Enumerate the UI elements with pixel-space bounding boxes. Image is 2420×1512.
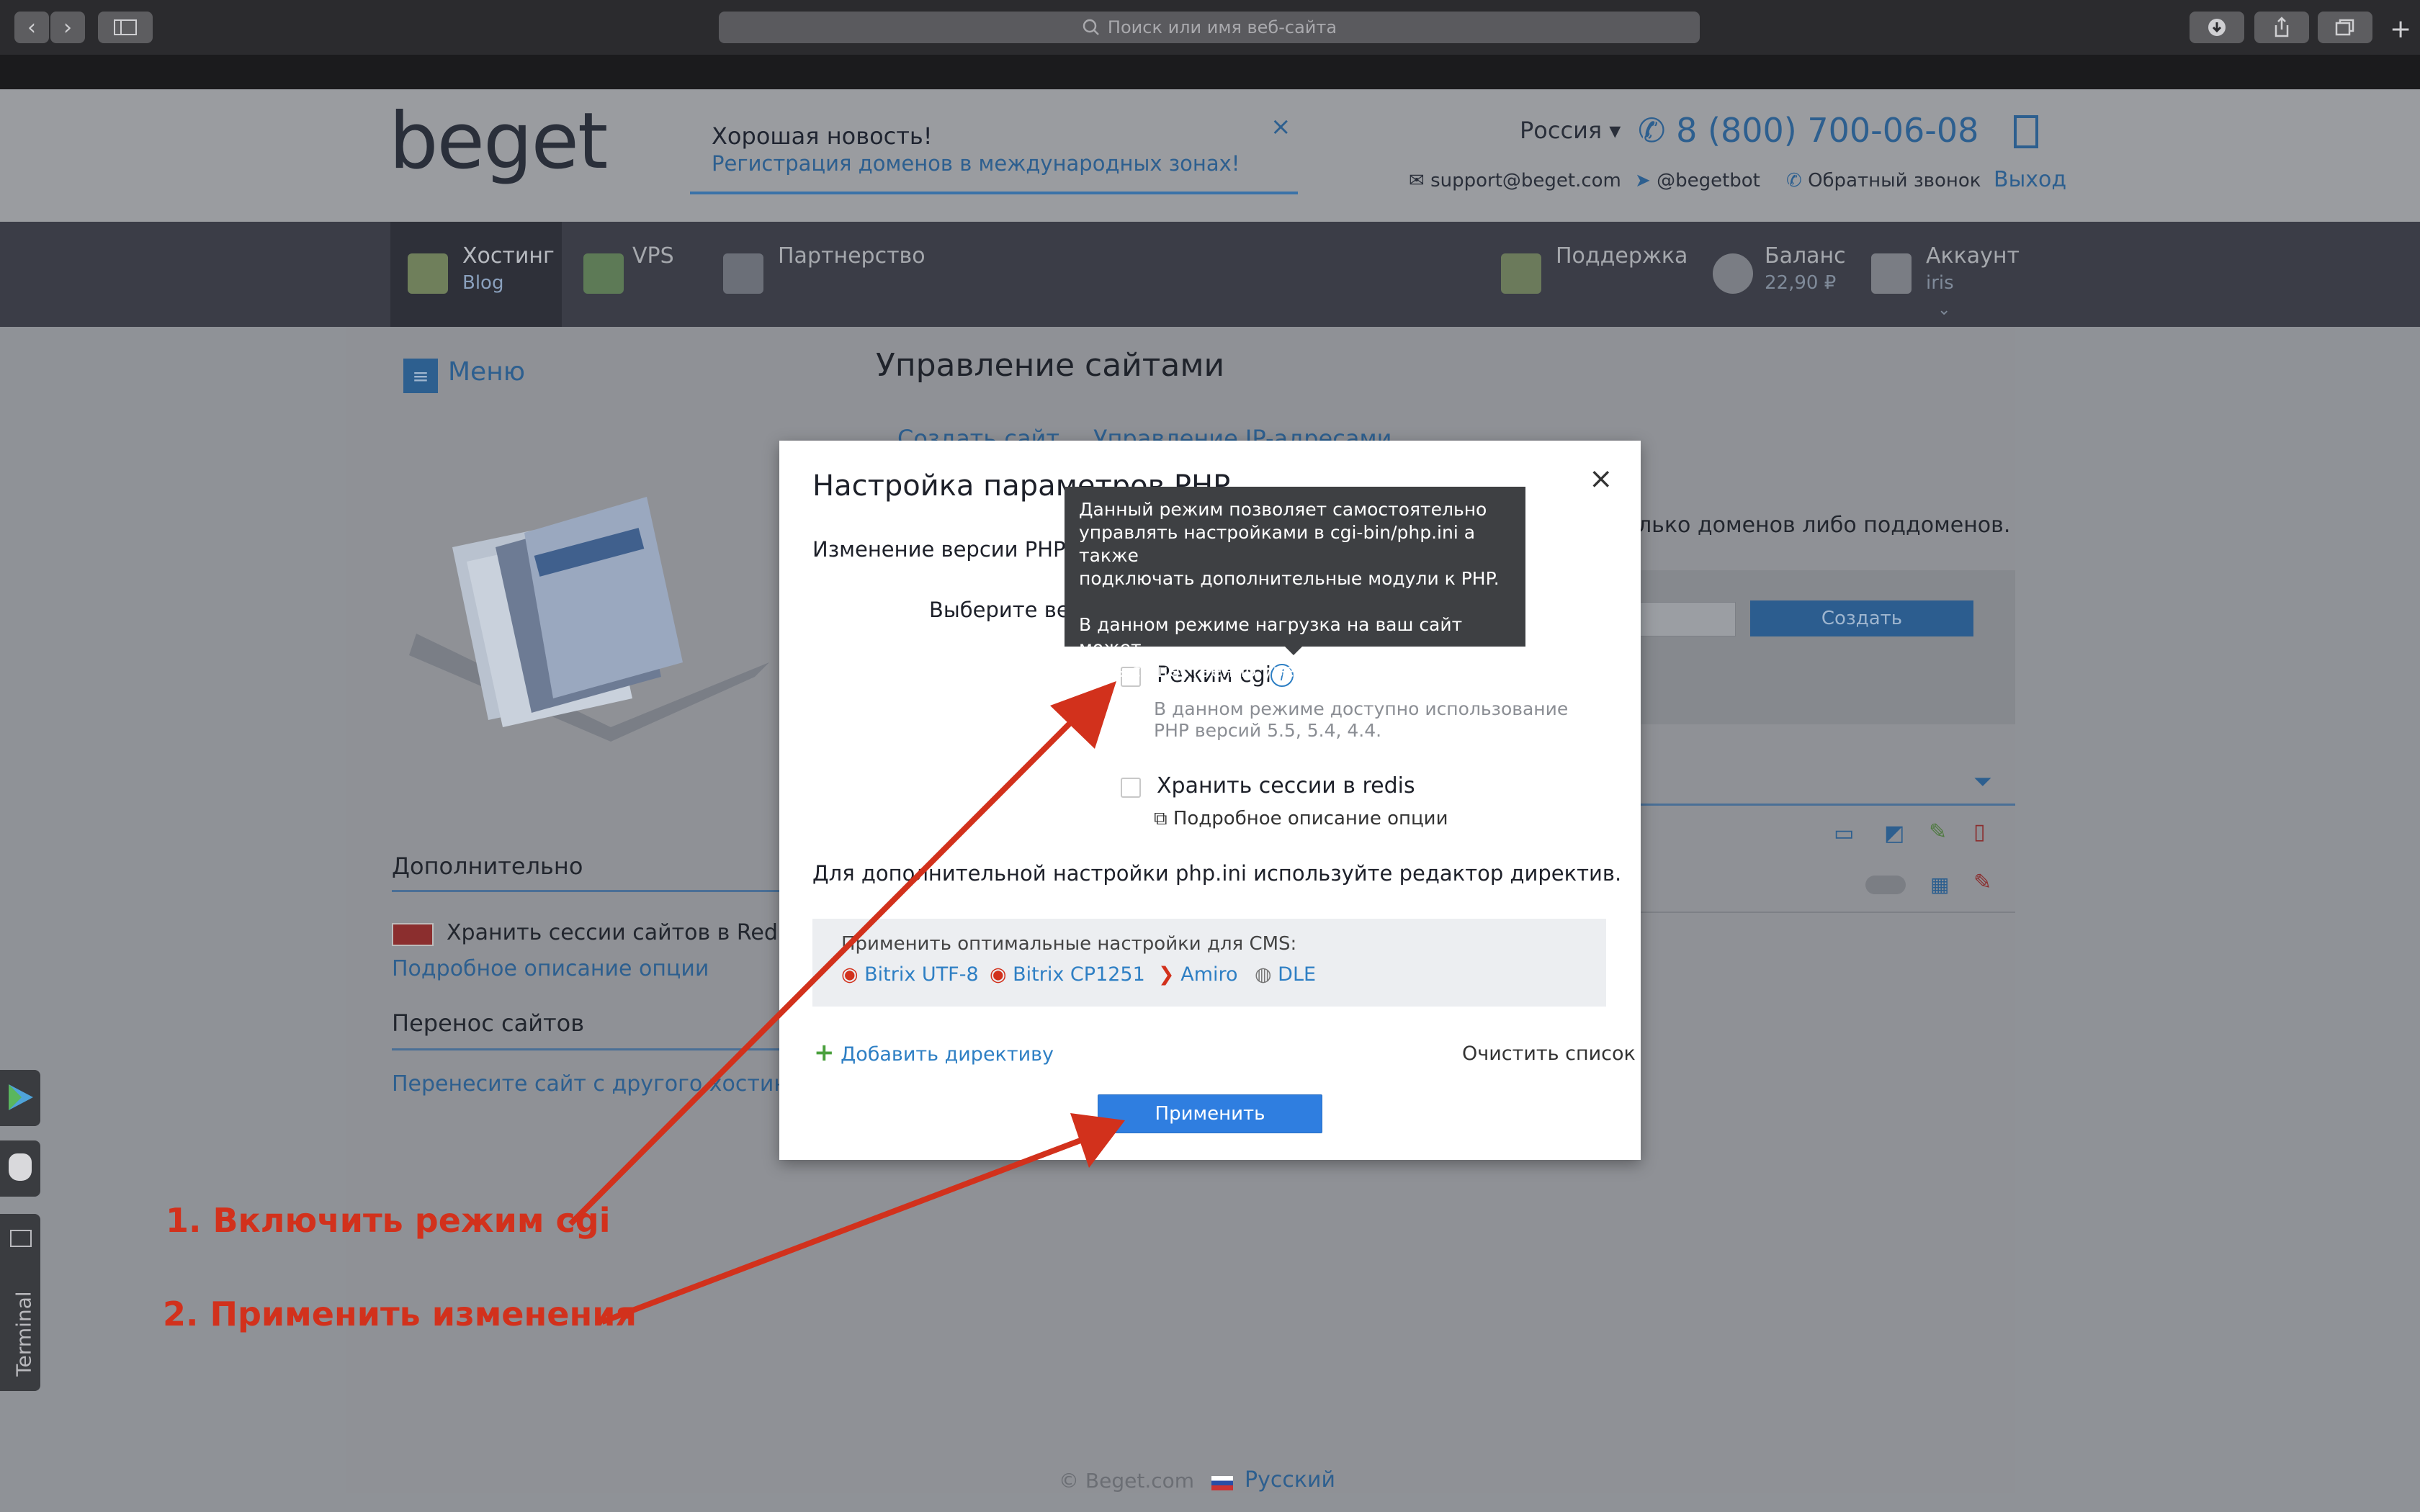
- arrow-head-cgi: [1050, 681, 1116, 749]
- arrow-line-cgi: [568, 711, 1083, 1226]
- annotation-step1: 1. Включить режим cgi: [166, 1201, 611, 1240]
- arrow-line-apply: [601, 1138, 1082, 1325]
- annotation-arrows: [568, 681, 1125, 1325]
- annotation-step2: 2. Применить изменения: [163, 1295, 637, 1333]
